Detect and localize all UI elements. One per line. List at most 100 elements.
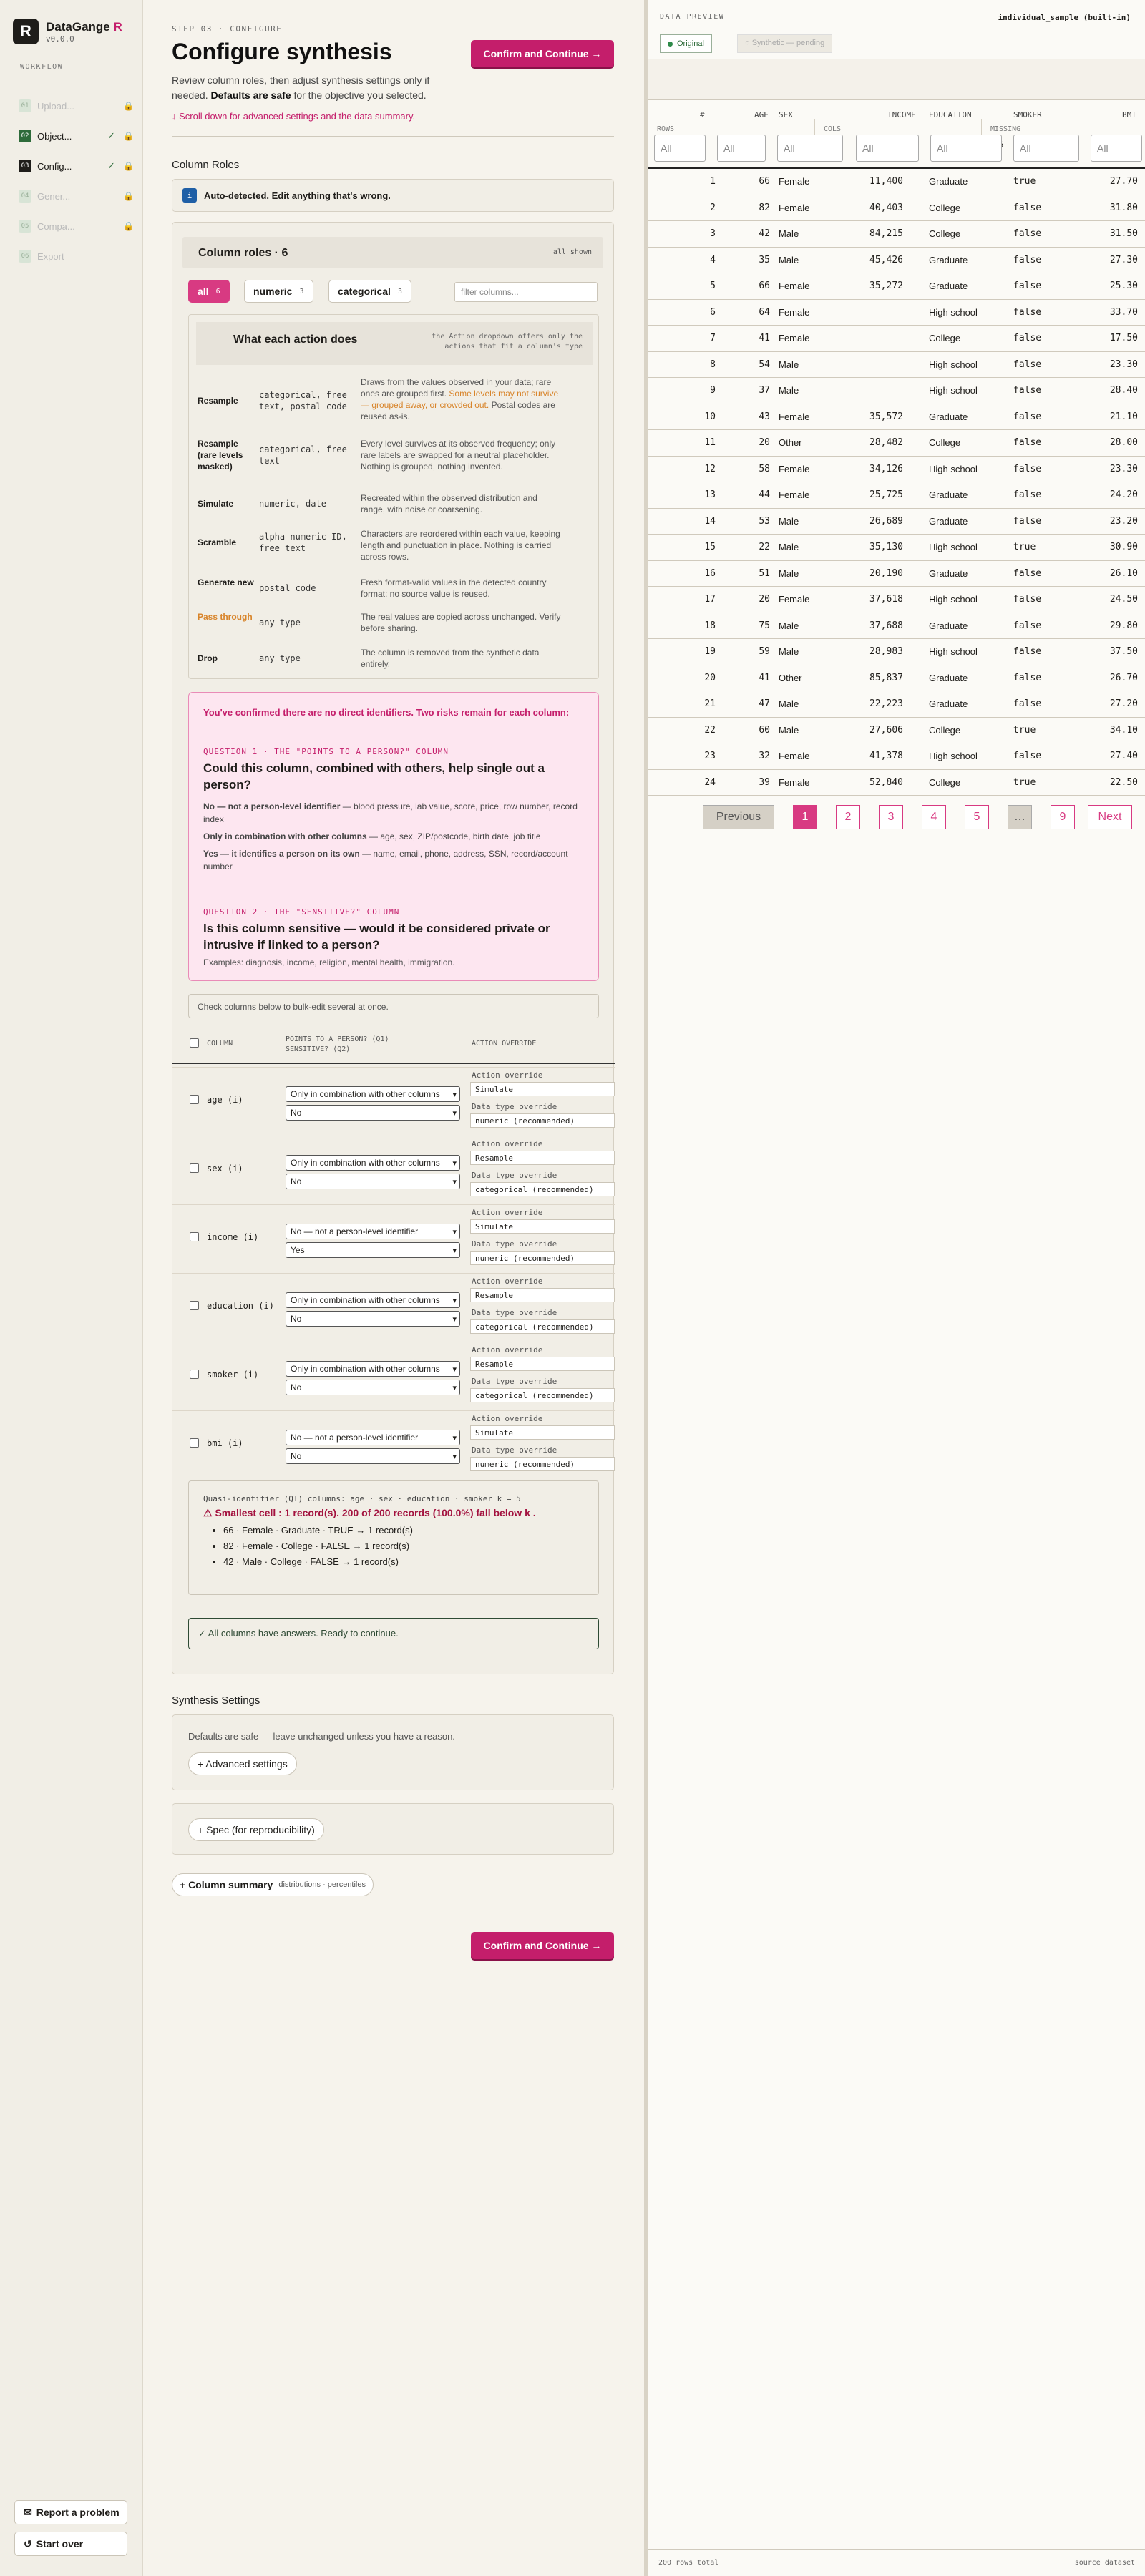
q1-select[interactable]: Only in combination with other columns (286, 1361, 460, 1377)
column-name[interactable]: education (i) (207, 1301, 274, 1311)
scroll-hint[interactable]: ↓ Scroll down for advanced settings and … (172, 111, 415, 122)
pagination-page[interactable]: 2 (836, 805, 860, 829)
row-checkbox[interactable] (190, 1163, 199, 1173)
data-type-override-select[interactable]: numeric (recommended) (470, 1457, 615, 1471)
step-upload[interactable]: 01 Upload... 🔒 (19, 99, 134, 113)
advanced-settings-toggle[interactable]: + Advanced settings (188, 1752, 297, 1775)
column-filter-input[interactable]: filter columns... (454, 282, 598, 302)
confirm-continue-button-bottom[interactable]: Confirm and Continue → (471, 1932, 614, 1959)
table-row[interactable]: 14 53 Male 26,689 Graduate false 23.20 (648, 509, 1145, 535)
table-row[interactable]: 9 37 Male High school false 28.40 (648, 378, 1145, 404)
action-override-select[interactable]: Resample (470, 1151, 615, 1165)
filter-categorical-chip[interactable]: categorical 3 (328, 280, 411, 303)
column-name[interactable]: income (i) (207, 1232, 258, 1242)
step-configure[interactable]: 03 Config... ✓ 🔒 (19, 159, 134, 173)
data-type-override-select[interactable]: categorical (recommended) (470, 1388, 615, 1402)
confirm-continue-button-top[interactable]: Confirm and Continue → (471, 40, 614, 67)
action-override-select[interactable]: Simulate (470, 1219, 615, 1234)
table-row[interactable]: 15 22 Male 35,130 High school true 30.90 (648, 535, 1145, 561)
filter-income[interactable]: All (856, 135, 919, 162)
filter-education[interactable]: All (930, 135, 1002, 162)
col-header-smoker[interactable]: SMOKER (1013, 110, 1042, 119)
filter-sex[interactable]: All (777, 135, 843, 162)
filter-smoker[interactable]: All (1013, 135, 1079, 162)
filter-bmi[interactable]: All (1091, 135, 1142, 162)
table-row[interactable]: 4 35 Male 45,426 Graduate false 27.30 (648, 248, 1145, 273)
col-header-index[interactable]: # (700, 110, 705, 119)
table-row[interactable]: 22 60 Male 27,606 College true 34.10 (648, 718, 1145, 743)
table-row[interactable]: 18 75 Male 37,688 Graduate false 29.80 (648, 613, 1145, 639)
spec-toggle[interactable]: + Spec (for reproducibility) (188, 1818, 324, 1841)
table-row[interactable]: 21 47 Male 22,223 Graduate false 27.20 (648, 691, 1145, 718)
q1-select[interactable]: Only in combination with other columns (286, 1086, 460, 1102)
column-summary-toggle[interactable]: + Column summary distributions · percent… (172, 1873, 374, 1896)
table-row[interactable]: 5 66 Female 35,272 Graduate false 25.30 (648, 273, 1145, 300)
tab-original[interactable]: Original (660, 34, 712, 53)
q2-select[interactable]: No (286, 1174, 460, 1189)
pagination-next[interactable]: Next (1088, 805, 1132, 829)
pagination-page[interactable]: 1 (793, 805, 817, 829)
q1-select[interactable]: Only in combination with other columns (286, 1292, 460, 1308)
q2-select[interactable]: No (286, 1311, 460, 1327)
col-header-bmi[interactable]: BMI (1122, 110, 1136, 119)
data-preview-panel: DATA PREVIEW individual_sample (built-in… (644, 0, 1145, 2576)
pagination-page[interactable]: 5 (965, 805, 989, 829)
select-all-checkbox[interactable] (190, 1038, 199, 1048)
column-name[interactable]: bmi (i) (207, 1438, 243, 1448)
pagination-page[interactable]: 4 (922, 805, 946, 829)
table-row[interactable]: 1 66 Female 11,400 Graduate true 27.70 (648, 169, 1145, 195)
action-override-select[interactable]: Resample (470, 1288, 615, 1302)
row-checkbox[interactable] (190, 1095, 199, 1104)
table-row[interactable]: 11 20 Other 28,482 College false 28.00 (648, 430, 1145, 457)
row-checkbox[interactable] (190, 1301, 199, 1310)
action-override-select[interactable]: Simulate (470, 1082, 615, 1096)
table-row[interactable]: 8 54 Male High school false 23.30 (648, 352, 1145, 378)
row-checkbox[interactable] (190, 1438, 199, 1448)
table-row[interactable]: 19 59 Male 28,983 High school false 37.50 (648, 639, 1145, 665)
q2-select[interactable]: Yes (286, 1242, 460, 1258)
data-type-override-select[interactable]: categorical (recommended) (470, 1182, 615, 1196)
table-row[interactable]: 10 43 Female 35,572 Graduate false 21.10 (648, 404, 1145, 430)
filter-numeric-chip[interactable]: numeric 3 (244, 280, 313, 303)
col-header-age[interactable]: AGE (754, 110, 769, 119)
filter-index[interactable]: All (654, 135, 706, 162)
q1-select[interactable]: Only in combination with other columns (286, 1155, 460, 1171)
table-row[interactable]: 3 42 Male 84,215 College false 31.50 (648, 221, 1145, 248)
column-name[interactable]: age (i) (207, 1095, 243, 1105)
table-row[interactable]: 17 20 Female 37,618 High school false 24.50 (648, 587, 1145, 613)
q2-select[interactable]: No (286, 1105, 460, 1121)
report-problem-button[interactable]: ✉ Report a problem (14, 2500, 127, 2524)
table-row[interactable]: 7 41 Female College false 17.50 (648, 326, 1145, 352)
column-name[interactable]: sex (i) (207, 1163, 243, 1174)
q2-select[interactable]: No (286, 1380, 460, 1395)
row-checkbox[interactable] (190, 1370, 199, 1379)
row-checkbox[interactable] (190, 1232, 199, 1241)
data-type-override-select[interactable]: numeric (recommended) (470, 1251, 615, 1265)
table-row[interactable]: 2 82 Female 40,403 College false 31.80 (648, 195, 1145, 221)
table-row[interactable]: 20 41 Other 85,837 Graduate false 26.70 (648, 665, 1145, 691)
col-header-income[interactable]: INCOME (887, 110, 916, 119)
table-row[interactable]: 16 51 Male 20,190 Graduate false 26.10 (648, 561, 1145, 587)
table-row[interactable]: 23 32 Female 41,378 High school false 27.40 (648, 743, 1145, 770)
col-header-education[interactable]: EDUCATION (929, 110, 972, 119)
action-override-select[interactable]: Simulate (470, 1425, 615, 1440)
filter-age[interactable]: All (717, 135, 766, 162)
table-row[interactable]: 12 58 Female 34,126 High school false 23.30 (648, 457, 1145, 482)
step-objective[interactable]: 02 Object... ✓ 🔒 (19, 129, 134, 143)
pagination-previous[interactable]: Previous (703, 805, 774, 829)
filter-all-chip[interactable]: all 6 (188, 280, 230, 303)
start-over-button[interactable]: ↺ Start over (14, 2532, 127, 2556)
q2-select[interactable]: No (286, 1448, 460, 1464)
table-row[interactable]: 13 44 Female 25,725 Graduate false 24.20 (648, 482, 1145, 509)
pagination-page[interactable]: 3 (879, 805, 903, 829)
data-type-override-select[interactable]: categorical (recommended) (470, 1319, 615, 1334)
table-row[interactable]: 6 64 Female High school false 33.70 (648, 300, 1145, 326)
pagination-page[interactable]: 9 (1051, 805, 1075, 829)
table-row[interactable]: 24 39 Female 52,840 College true 22.50 (648, 770, 1145, 796)
q1-select[interactable]: No — not a person-level identifier (286, 1224, 460, 1239)
data-type-override-select[interactable]: numeric (recommended) (470, 1113, 615, 1128)
action-override-select[interactable]: Resample (470, 1357, 615, 1371)
column-name[interactable]: smoker (i) (207, 1370, 258, 1380)
q1-select[interactable]: No — not a person-level identifier (286, 1430, 460, 1445)
col-header-sex[interactable]: SEX (779, 110, 793, 119)
